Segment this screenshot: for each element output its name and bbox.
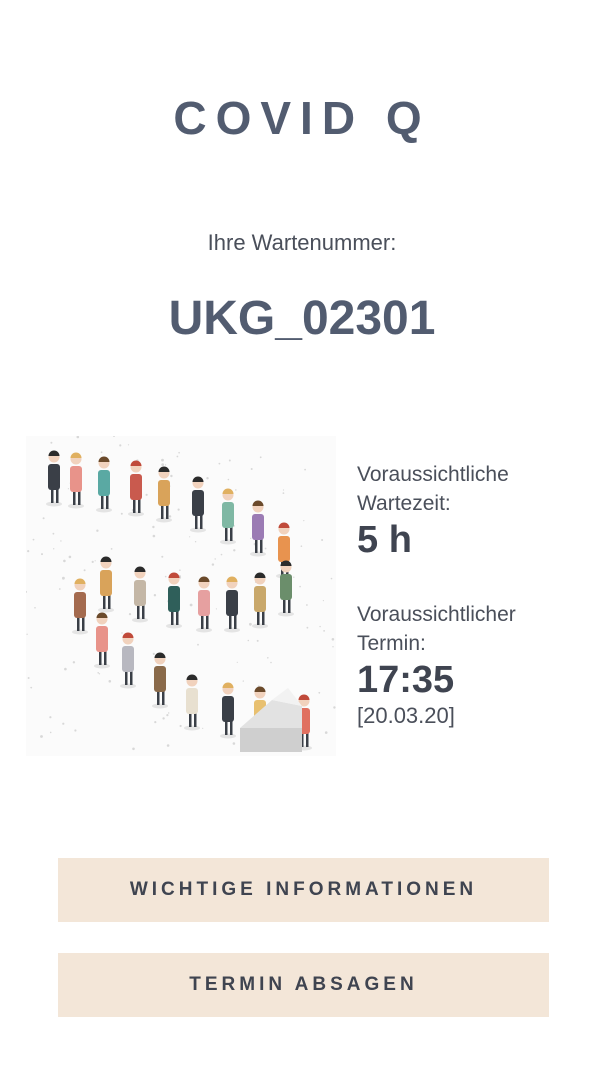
queue-illustration-svg (25, 435, 336, 756)
queue-people-illustration (25, 435, 336, 756)
cancel-appointment-button[interactable]: TERMIN ABSAGEN (58, 953, 549, 1017)
wait-time-value: 5 h (357, 519, 412, 561)
appointment-section: Voraussichtlicher Termin: 17:35 [20.03.2… (357, 600, 587, 730)
wait-time-section: Voraussichtliche Wartezeit: 5 h (357, 460, 587, 562)
queue-number-label: Ihre Wartenummer: (207, 230, 397, 255)
wait-time-label: Voraussichtliche Wartezeit: (357, 463, 509, 515)
appointment-label: Voraussichtlicher Termin: (357, 603, 516, 655)
app-title: COVID Q (173, 92, 431, 144)
important-information-button[interactable]: WICHTIGE INFORMATIONEN (58, 858, 549, 922)
appointment-time: 17:35 (357, 659, 455, 701)
appointment-date: [20.03.20] (357, 703, 455, 728)
queue-number: UKG_02301 (168, 292, 436, 345)
